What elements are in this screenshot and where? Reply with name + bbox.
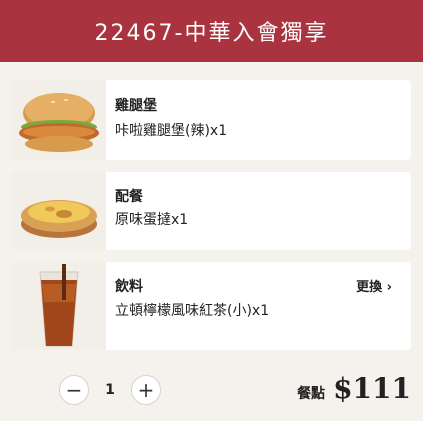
list-item[interactable]: 飲料 立頓檸檬風味紅茶(小)x1 更換 › [12,262,411,350]
quantity-value: 1 [105,382,115,398]
iced-tea-image [12,262,106,350]
item-description: 咔啦雞腿堡(辣)x1 [115,123,228,139]
decrease-button[interactable]: − [59,375,89,405]
item-title: 配餐 [115,189,143,205]
item-description: 立頓檸檬風味紅茶(小)x1 [115,303,270,319]
header-bar: 22467-中華入會獨享 [0,0,423,62]
chicken-burger-image [12,80,106,160]
quantity-stepper: − 1 + [59,374,161,406]
item-title: 飲料 [115,279,143,295]
list-item: 配餐 原味蛋撻x1 [12,172,411,250]
list-item: 雞腿堡 咔啦雞腿堡(辣)x1 [12,80,411,160]
price-value: $111 [333,372,411,405]
change-button[interactable]: 更換 › [356,276,392,295]
increase-button[interactable]: + [131,375,161,405]
price-label: 餐點 [297,386,326,402]
page-title: 22467-中華入會獨享 [94,21,329,46]
item-title: 雞腿堡 [115,98,157,114]
egg-tart-image [12,172,106,250]
price-summary: 餐點 $111 [297,372,411,405]
item-description: 原味蛋撻x1 [115,212,189,228]
